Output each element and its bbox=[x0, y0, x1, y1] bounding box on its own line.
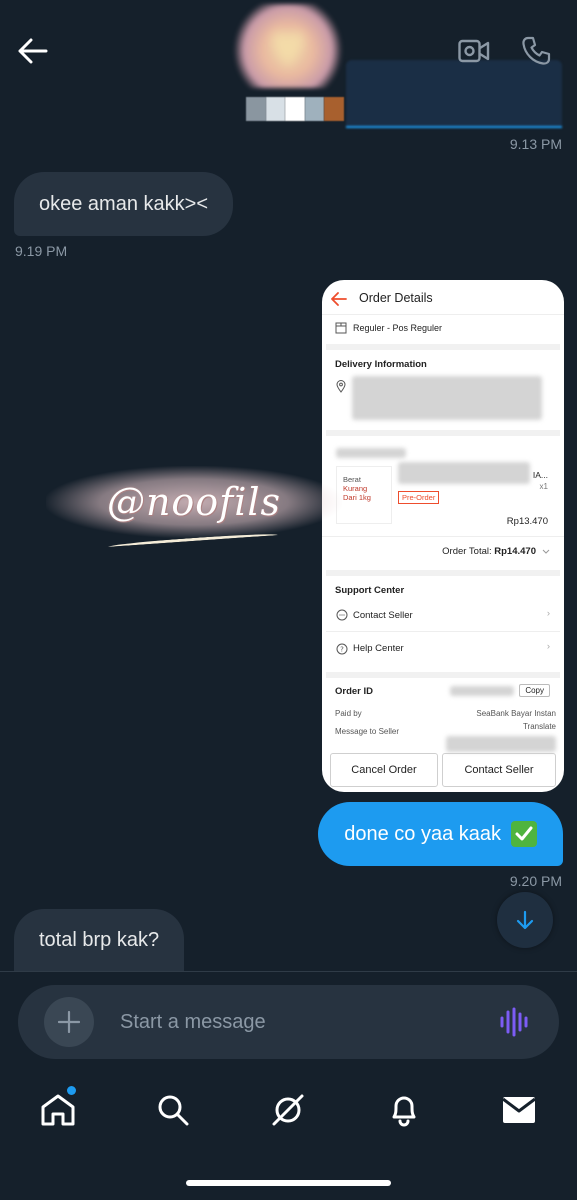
nav-spaces[interactable] bbox=[268, 1090, 308, 1130]
chevron-right-icon: › bbox=[546, 608, 550, 619]
order-total-value: Rp14.470 bbox=[494, 546, 536, 557]
support-heading: Support Center bbox=[335, 585, 405, 596]
video-camera-icon bbox=[458, 39, 490, 63]
message-text: done co yaa kaak bbox=[344, 822, 501, 845]
message-timestamp: 9.20 PM bbox=[509, 873, 562, 889]
paid-by-label: Paid by bbox=[335, 709, 362, 718]
chat-bubble-icon bbox=[336, 609, 348, 621]
svg-text:?: ? bbox=[340, 646, 344, 654]
chevron-right-icon: › bbox=[546, 641, 550, 652]
message-composer bbox=[18, 985, 559, 1059]
shared-media-preview[interactable] bbox=[346, 60, 562, 128]
message-bubble-incoming[interactable]: okee aman kakk>< bbox=[14, 172, 233, 236]
contact-seller-label: Contact Seller bbox=[353, 610, 413, 621]
nav-search[interactable] bbox=[153, 1090, 193, 1130]
product-image-text: Kurang bbox=[343, 484, 368, 493]
blurred-name bbox=[246, 97, 344, 121]
message-bubble-outgoing[interactable]: done co yaa kaak bbox=[318, 802, 563, 866]
heart-icon: ♥ bbox=[269, 10, 307, 82]
check-mark-emoji-icon bbox=[511, 821, 537, 847]
message-input[interactable] bbox=[120, 1003, 480, 1041]
nav-messages[interactable] bbox=[499, 1090, 539, 1130]
scroll-to-bottom-button[interactable] bbox=[497, 892, 553, 948]
message-text: okee aman kakk>< bbox=[39, 192, 208, 215]
search-icon bbox=[158, 1095, 189, 1126]
product-quantity: x1 bbox=[539, 482, 548, 491]
notification-dot bbox=[67, 1086, 76, 1095]
shared-image[interactable]: Order Details Reguler - Pos Reguler Deli… bbox=[322, 280, 564, 792]
shipping-method: Reguler - Pos Reguler bbox=[353, 323, 443, 333]
order-id-label: Order ID bbox=[335, 686, 374, 697]
video-call-button[interactable] bbox=[457, 34, 491, 68]
product-thumbnail[interactable]: Berat Kurang Dari 1kg bbox=[336, 466, 392, 524]
product-image-text: Dari 1kg bbox=[343, 493, 371, 502]
conversation-header: ♥ bbox=[0, 0, 577, 130]
message-to-seller-label: Message to Seller bbox=[335, 727, 400, 736]
blurred-product-name bbox=[398, 462, 530, 484]
spaces-icon bbox=[272, 1094, 304, 1126]
message-text: total brp kak? bbox=[39, 929, 160, 951]
blurred-message bbox=[446, 736, 556, 752]
blurred-shop-name bbox=[336, 448, 406, 458]
copy-button[interactable]: Copy bbox=[519, 684, 550, 697]
help-center-label: Help Center bbox=[353, 643, 404, 654]
home-icon bbox=[41, 1094, 75, 1126]
product-image-text: Berat bbox=[343, 475, 361, 484]
order-total-label: Order Total: bbox=[442, 546, 492, 557]
divider bbox=[0, 971, 577, 972]
order-total: Order Total: Rp14.470 bbox=[442, 546, 536, 557]
watermark: @noofils bbox=[46, 466, 342, 538]
translate-link[interactable]: Translate bbox=[523, 722, 556, 731]
delivery-heading: Delivery Information bbox=[335, 359, 427, 370]
message-bubble-incoming[interactable]: total brp kak? bbox=[14, 909, 185, 972]
arrow-left-icon bbox=[331, 292, 347, 306]
add-media-button[interactable] bbox=[44, 997, 94, 1047]
location-pin-icon bbox=[336, 380, 346, 393]
product-variant: IA... bbox=[532, 470, 548, 480]
phone-icon bbox=[522, 36, 551, 65]
blurred-address bbox=[352, 376, 542, 420]
paid-by-value: SeaBank Bayar Instan bbox=[476, 709, 556, 718]
order-details-title: Order Details bbox=[359, 291, 433, 305]
back-button[interactable] bbox=[16, 34, 50, 68]
envelope-icon bbox=[502, 1097, 536, 1123]
avatar[interactable]: ♥ bbox=[232, 4, 344, 88]
arrow-down-icon bbox=[516, 910, 534, 930]
plus-icon bbox=[58, 1011, 80, 1033]
help-circle-icon: ? bbox=[336, 643, 348, 655]
bell-icon bbox=[392, 1096, 416, 1127]
blurred-order-id bbox=[450, 686, 514, 696]
nav-home[interactable] bbox=[38, 1086, 78, 1130]
product-price: Rp13.470 bbox=[506, 516, 548, 527]
cancel-order-button[interactable]: Cancel Order bbox=[330, 753, 438, 787]
help-center-row[interactable]: ? Help Center › bbox=[326, 636, 560, 666]
nav-notifications[interactable] bbox=[384, 1090, 424, 1130]
voice-message-icon[interactable] bbox=[499, 1007, 531, 1037]
home-indicator bbox=[186, 1180, 391, 1186]
message-timestamp: 9.19 PM bbox=[15, 243, 68, 259]
message-timestamp: 9.13 PM bbox=[509, 136, 562, 152]
arrow-left-icon bbox=[18, 38, 48, 64]
pre-order-badge: Pre-Order bbox=[398, 491, 440, 504]
chevron-down-icon bbox=[542, 549, 550, 554]
package-icon bbox=[335, 322, 347, 334]
contact-seller-button[interactable]: Contact Seller bbox=[442, 753, 556, 787]
contact-seller-row[interactable]: Contact Seller › bbox=[326, 602, 560, 632]
voice-call-button[interactable] bbox=[519, 34, 553, 68]
